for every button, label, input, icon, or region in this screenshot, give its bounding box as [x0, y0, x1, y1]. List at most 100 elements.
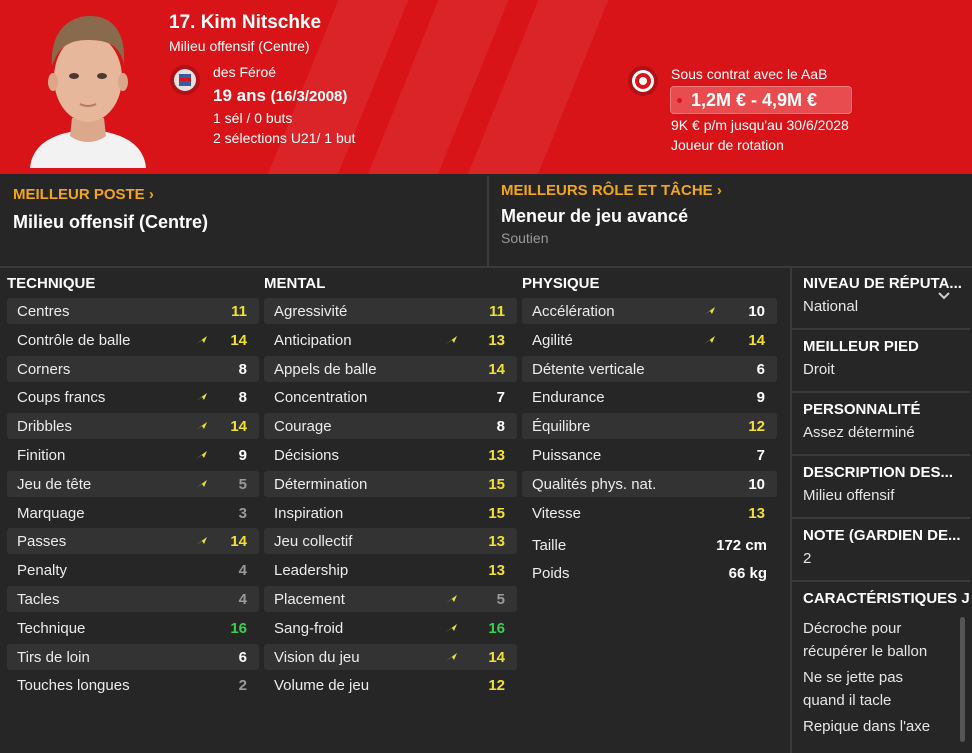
attribute-name: Touches longues — [17, 677, 130, 695]
mental-attribute-row[interactable]: Placement 5 — [264, 586, 517, 612]
attribute-value: 9 — [756, 389, 765, 407]
mental-attribute-row[interactable]: Vision du jeu 14 — [264, 643, 517, 670]
attribute-value: 8 — [238, 360, 247, 378]
mental-attribute-row[interactable]: Agressivité 11 — [264, 298, 517, 324]
attribute-name: Tirs de loin — [17, 648, 90, 666]
attribute-value: 14 — [488, 360, 505, 378]
trait-item: Décroche pour — [803, 620, 902, 637]
best-position-title-label: MEILLEUR POSTE — [13, 186, 145, 203]
progress-arrow-icon — [196, 422, 207, 431]
attribute-value: 12 — [488, 677, 505, 695]
player-position: Milieu offensif (Centre) — [169, 38, 310, 54]
physical-attribute-row[interactable]: Vitesse 13 — [522, 500, 777, 526]
technical-attribute-row[interactable]: Technique 16 — [7, 615, 259, 641]
mental-attribute-row[interactable]: Volume de jeu 12 — [264, 672, 517, 698]
attribute-name: Leadership — [274, 562, 349, 580]
chevron-down-icon[interactable] — [938, 291, 950, 301]
physical-attribute-row[interactable]: Accélération 10 — [522, 298, 777, 324]
senior-caps: 1 sél / 0 buts — [213, 110, 293, 126]
reputation-title: NIVEAU DE RÉPUTA... — [803, 275, 962, 292]
club-badge-icon[interactable] — [628, 66, 658, 96]
mental-attribute-row[interactable]: Sang-froid 16 — [264, 615, 517, 641]
contract-club[interactable]: Sous contrat avec le AaB — [671, 66, 827, 82]
attribute-value: 5 — [496, 591, 505, 608]
mental-attribute-row[interactable]: Concentration 7 — [264, 384, 517, 410]
mental-attribute-row[interactable]: Appels de balle 14 — [264, 355, 517, 382]
attribute-value: 13 — [488, 562, 505, 580]
attribute-value: 14 — [230, 533, 247, 551]
mental-attribute-row[interactable]: Inspiration 15 — [264, 500, 517, 526]
player-traits-section: CARACTÉRISTIQUES J — [803, 590, 969, 607]
technical-attribute-row[interactable]: Penalty 4 — [7, 557, 259, 583]
squad-status: Joueur de rotation — [671, 137, 784, 153]
attribute-name: Accélération — [532, 303, 615, 320]
attribute-value: 13 — [488, 447, 505, 464]
technical-attribute-row[interactable]: Corners 8 — [7, 355, 259, 382]
attribute-value: 4 — [238, 591, 247, 608]
preferred-foot-title: MEILLEUR PIED — [803, 338, 919, 355]
attribute-name: Contrôle de balle — [17, 331, 131, 349]
technical-attribute-row[interactable]: Tirs de loin 6 — [7, 643, 259, 670]
nationality[interactable]: des Féroé — [213, 64, 276, 80]
mental-attribute-row[interactable]: Leadership 13 — [264, 557, 517, 583]
technical-attribute-row[interactable]: Jeu de tête 5 — [7, 470, 259, 497]
attribute-name: Anticipation — [274, 331, 352, 349]
attribute-name: Détermination — [274, 475, 368, 493]
physical-attribute-row[interactable]: Détente verticale 6 — [522, 355, 777, 382]
section-divider — [487, 176, 489, 266]
traits-scrollbar[interactable] — [960, 617, 965, 742]
attribute-name: Centres — [17, 303, 70, 320]
transfer-value-pill[interactable]: 1,2M € - 4,9M € — [670, 86, 852, 114]
technical-attribute-row[interactable]: Passes 14 — [7, 528, 259, 555]
player-traits-title: CARACTÉRISTIQUES J — [803, 590, 969, 607]
personality-value: Assez déterminé — [803, 424, 915, 441]
technical-heading: TECHNIQUE — [7, 275, 96, 292]
technical-attribute-row[interactable]: Touches longues 2 — [7, 672, 259, 698]
best-role-title[interactable]: MEILLEURS RÔLE ET TÂCHE › — [501, 182, 722, 199]
media-description-section[interactable]: DESCRIPTION DES... Milieu offensif — [803, 464, 969, 504]
media-description-title: DESCRIPTION DES... — [803, 464, 954, 481]
attribute-value: 13 — [488, 331, 505, 349]
technical-attribute-row[interactable]: Coups francs 8 — [7, 384, 259, 410]
nation-flag-icon[interactable] — [170, 65, 200, 95]
attribute-value: 12 — [748, 418, 765, 436]
panel-separator — [792, 454, 970, 456]
physical-attribute-row[interactable]: Équilibre 12 — [522, 413, 777, 440]
physical-attribute-row[interactable]: Qualités phys. nat. 10 — [522, 470, 777, 497]
attribute-value: 14 — [230, 418, 247, 436]
physical-attribute-row[interactable]: Agilité 14 — [522, 327, 777, 353]
goalkeeper-rating-section[interactable]: NOTE (GARDIEN DE... 2 — [803, 527, 969, 567]
technical-attribute-row[interactable]: Contrôle de balle 14 — [7, 327, 259, 353]
best-position-value: Milieu offensif (Centre) — [13, 212, 209, 232]
mental-attribute-row[interactable]: Jeu collectif 13 — [264, 528, 517, 555]
mental-attribute-row[interactable]: Anticipation 13 — [264, 327, 517, 353]
attribute-name: Agilité — [532, 331, 573, 349]
attribute-name: Endurance — [532, 389, 605, 407]
attribute-value: 3 — [238, 504, 247, 522]
mental-attribute-row[interactable]: Décisions 13 — [264, 442, 517, 468]
technical-attribute-row[interactable]: Finition 9 — [7, 442, 259, 468]
mental-attribute-row[interactable]: Courage 8 — [264, 413, 517, 440]
mental-attribute-row[interactable]: Détermination 15 — [264, 470, 517, 497]
attribute-value: 13 — [488, 533, 505, 551]
technical-attribute-row[interactable]: Dribbles 14 — [7, 413, 259, 440]
attribute-name: Concentration — [274, 389, 368, 407]
technical-attribute-row[interactable]: Marquage 3 — [7, 500, 259, 526]
trait-item: quand il tacle — [803, 692, 892, 709]
attribute-name: Appels de balle — [274, 360, 377, 378]
player-header: 17. Kim Nitschke Milieu offensif (Centre… — [0, 0, 972, 174]
physical-attribute-row[interactable]: Endurance 9 — [522, 384, 777, 410]
attribute-name: Agressivité — [274, 303, 348, 320]
attribute-name: Marquage — [17, 504, 85, 522]
attribute-value: 10 — [748, 475, 765, 493]
attribute-value: 15 — [488, 504, 505, 522]
attribute-name: Qualités phys. nat. — [532, 475, 657, 493]
technical-attribute-row[interactable]: Tacles 4 — [7, 586, 259, 612]
best-position-title[interactable]: MEILLEUR POSTE › — [13, 186, 154, 203]
progress-arrow-icon — [446, 652, 457, 661]
technical-attribute-row[interactable]: Centres 11 — [7, 298, 259, 324]
physical-attribute-row[interactable]: Puissance 7 — [522, 442, 777, 468]
transfer-value: 1,2M € - 4,9M € — [691, 90, 818, 110]
attribute-value: 6 — [756, 360, 765, 378]
weight-value: 66 kg — [728, 565, 767, 582]
